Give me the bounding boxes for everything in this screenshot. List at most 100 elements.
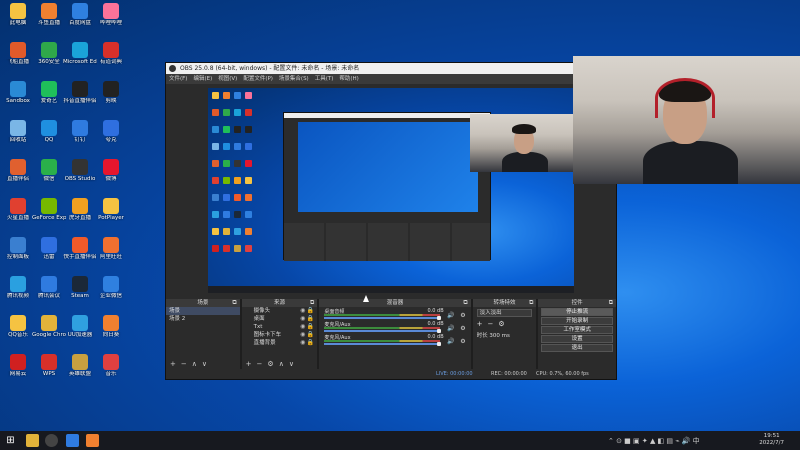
desktop-icon[interactable]: 剪映 — [94, 81, 128, 104]
gear-icon[interactable]: ⚙ — [460, 338, 465, 345]
eye-icon[interactable]: ◉ — [300, 323, 305, 331]
lock-icon[interactable]: 🔒 — [307, 323, 314, 331]
app-icon[interactable] — [26, 434, 39, 447]
desktop-icon[interactable]: 迅雷 — [32, 237, 66, 260]
add-icon[interactable]: + — [170, 359, 176, 369]
source-item[interactable]: Txt ◉ 🔒 — [242, 323, 318, 331]
lock-icon[interactable]: 🔒 — [307, 315, 314, 323]
start-icon[interactable]: ⊞ — [4, 434, 17, 447]
desktop-icon[interactable]: 微博 — [94, 159, 128, 182]
desktop-icon[interactable]: 快手直播伴侣 — [63, 237, 97, 260]
gear-icon[interactable]: ⚙ — [460, 325, 465, 332]
obs-preview-area[interactable] — [166, 84, 616, 297]
desktop-icon[interactable]: PotPlayer — [94, 198, 128, 221]
move-down-icon[interactable]: ∨ — [289, 359, 294, 369]
remove-icon[interactable]: − — [257, 359, 263, 369]
desktop-icon[interactable]: 有道词典 — [94, 42, 128, 65]
desktop-icon[interactable]: 夸克 — [94, 120, 128, 143]
volume-fader[interactable] — [324, 330, 440, 332]
move-up-icon[interactable]: ∧ — [192, 359, 197, 369]
gear-icon[interactable]: ⚙ — [267, 359, 273, 369]
menu-edit[interactable]: 编辑(E) — [193, 74, 212, 84]
menu-help[interactable]: 帮助(H) — [339, 74, 358, 84]
remove-icon[interactable]: − — [488, 320, 494, 328]
menu-scene-collection[interactable]: 场景集合(S) — [279, 74, 309, 84]
lock-icon[interactable]: 🔒 — [307, 339, 314, 347]
exit-button[interactable]: 退出 — [541, 344, 614, 352]
source-item[interactable]: 摄像头 ◉ 🔒 — [242, 307, 318, 315]
source-item[interactable]: 直播背景 ◉ 🔒 — [242, 339, 318, 347]
lock-icon[interactable]: 🔒 — [307, 331, 314, 339]
menu-file[interactable]: 文件(F) — [169, 74, 187, 84]
source-item[interactable]: 图标卡下车 ◉ 🔒 — [242, 331, 318, 339]
desktop-icon[interactable]: OBS Studio — [63, 159, 97, 182]
eye-icon[interactable]: ◉ — [300, 339, 305, 347]
desktop-icon[interactable]: 微信 — [32, 159, 66, 182]
duration-value[interactable]: 300 ms — [489, 333, 509, 339]
desktop-icon[interactable]: WPS — [32, 354, 66, 377]
desktop-icon[interactable]: UU加速器 — [63, 315, 97, 338]
fader-handle[interactable] — [436, 316, 441, 320]
desktop-icon[interactable]: 向日葵 — [94, 315, 128, 338]
desktop-icon[interactable]: 飞船直播 — [1, 42, 35, 65]
studio-mode-button[interactable]: 工作室模式 — [541, 326, 614, 334]
remove-icon[interactable]: − — [181, 359, 187, 369]
speaker-icon[interactable]: 🔊 — [447, 338, 454, 345]
speaker-icon[interactable]: 🔊 — [447, 312, 454, 319]
obs-title-bar[interactable]: OBS 25.0.8 (64-bit, windows) - 配置文件: 未命名… — [166, 63, 616, 74]
desktop-icon[interactable]: 网易云 — [1, 354, 35, 377]
desktop-icon[interactable]: 英雄联盟 — [63, 354, 97, 377]
desktop-icon[interactable]: 音乐 — [94, 354, 128, 377]
eye-icon[interactable]: ◉ — [300, 307, 305, 315]
volume-fader[interactable] — [324, 343, 440, 345]
menu-profile[interactable]: 配置文件(P) — [243, 74, 273, 84]
clock[interactable]: 19:51 2022/7/7 — [759, 433, 784, 447]
preview-canvas[interactable] — [208, 88, 574, 293]
fader-handle[interactable] — [436, 329, 441, 333]
desktop-icon[interactable]: 抖音直播伴侣 — [63, 81, 97, 104]
desktop-icon[interactable]: 腾讯视频 — [1, 276, 35, 299]
desktop-icon[interactable]: 百度网盘 — [63, 3, 97, 26]
desktop-icon[interactable]: 爱奇艺 — [32, 81, 66, 104]
scene-item[interactable]: 场景 2 — [166, 315, 240, 323]
desktop-icon[interactable]: 阿里旺旺 — [94, 237, 128, 260]
gear-icon[interactable]: ⚙ — [460, 312, 465, 319]
speaker-icon[interactable]: 🔊 — [447, 325, 454, 332]
desktop-icon[interactable]: Sandbox — [1, 81, 35, 104]
desktop-icon[interactable]: 360安全 — [32, 42, 66, 65]
tray-icons[interactable]: ⌃ ⊙ ■ ▣ ✦ ▲ ◧ ▤ ⌁ 🔊 中 — [608, 436, 700, 446]
gear-icon[interactable]: ⚙ — [498, 320, 504, 328]
desktop-icon[interactable]: 回收站 — [1, 120, 35, 143]
desktop-icon[interactable]: 控制面板 — [1, 237, 35, 260]
desktop-icon[interactable]: 腾讯会议 — [32, 276, 66, 299]
desktop-icon[interactable]: Microsoft Edge — [63, 42, 97, 65]
desktop-icon[interactable]: Google Chrome — [32, 315, 66, 338]
desktop-icon[interactable]: 火星直播 — [1, 198, 35, 221]
eye-icon[interactable]: ◉ — [300, 331, 305, 339]
transition-select[interactable]: 淡入淡出 — [476, 309, 533, 317]
popout-icon[interactable]: ⧉ — [609, 299, 613, 307]
desktop-icon[interactable]: QQ音乐 — [1, 315, 35, 338]
desktop-icon[interactable]: QQ — [32, 120, 66, 143]
fader-handle[interactable] — [436, 342, 441, 346]
app-icon[interactable] — [86, 434, 99, 447]
desktop-icon[interactable]: Steam — [63, 276, 97, 299]
move-up-icon[interactable]: ∧ — [279, 359, 284, 369]
desktop-icon[interactable]: 此电脑 — [1, 3, 35, 26]
popout-icon[interactable]: ⧉ — [232, 299, 236, 307]
add-icon[interactable]: + — [246, 359, 252, 369]
add-icon[interactable]: + — [477, 320, 483, 328]
scene-item[interactable]: 场景 — [166, 307, 240, 315]
settings-button[interactable]: 设置 — [541, 335, 614, 343]
start-recording-button[interactable]: 开始录制 — [541, 317, 614, 325]
menu-tools[interactable]: 工具(T) — [315, 74, 334, 84]
popout-icon[interactable]: ⧉ — [310, 299, 314, 307]
app-icon[interactable] — [66, 434, 79, 447]
source-item[interactable]: 桌面 ◉ 🔒 — [242, 315, 318, 323]
desktop-icon[interactable]: 哔哩哔哩 — [94, 3, 128, 26]
popout-icon[interactable]: ⧉ — [529, 299, 533, 307]
stop-streaming-button[interactable]: 停止推流 — [541, 308, 614, 316]
move-down-icon[interactable]: ∨ — [202, 359, 207, 369]
desktop-icon[interactable]: GeForce Experience — [32, 198, 66, 221]
popout-icon[interactable]: ⧉ — [463, 299, 467, 307]
